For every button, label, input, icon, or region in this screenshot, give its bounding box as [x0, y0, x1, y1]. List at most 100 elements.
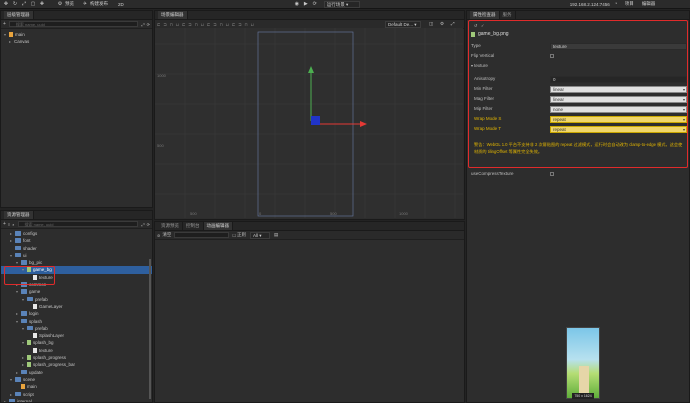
regex-checkbox[interactable]: ☐	[232, 233, 236, 238]
server-address[interactable]: 192.168.2.124:7456	[570, 2, 610, 7]
assets-search-input[interactable]: 搜索 name, uuid	[17, 221, 139, 227]
play-icon[interactable]: ▶	[303, 1, 309, 7]
asset-item[interactable]: SplashLayer	[1, 332, 152, 339]
rotate-tool-icon[interactable]: ↻	[12, 1, 18, 7]
asset-item[interactable]: ▸ script	[1, 391, 152, 398]
hierarchy-tab[interactable]: 层级管理器	[4, 11, 34, 19]
refresh-hierarchy-icon[interactable]: ⟳	[147, 22, 150, 27]
asset-item[interactable]: texture	[1, 274, 152, 281]
refresh-icon[interactable]: ⟳	[312, 1, 318, 7]
tab-asset-preview[interactable]: 资源预览	[158, 222, 183, 230]
asset-item-label: texture	[39, 274, 53, 280]
sort-icon[interactable]: ≡	[8, 222, 10, 227]
asset-item-label: configs	[23, 231, 38, 236]
asset-item[interactable]: GameLayer	[1, 303, 152, 310]
editor-button[interactable]: 编辑器	[642, 1, 656, 7]
refresh-assets-icon[interactable]: ⟳	[147, 222, 150, 227]
texture-section[interactable]: ▾ texture	[471, 61, 688, 70]
wrap-t-select[interactable]: repeat ▾	[550, 126, 687, 133]
globe-icon[interactable]: ◉	[294, 1, 300, 7]
asset-item[interactable]: ▸ login	[1, 310, 152, 317]
hierarchy-search-input[interactable]: 搜索 name, uuid	[8, 21, 139, 27]
folder-icon	[21, 369, 27, 375]
move-tool-icon[interactable]: ✥	[3, 1, 9, 7]
inspector-title-bar: 属性检查器 服务	[467, 11, 689, 20]
asset-item[interactable]: ▸ splash_progress	[1, 354, 152, 361]
asset-item[interactable]: texture	[1, 347, 152, 354]
wrap-s-select[interactable]: repeat ▾	[550, 116, 687, 123]
asset-item-label: splash	[29, 318, 43, 324]
design-resolution-dropdown[interactable]: Default De... ▾	[385, 21, 421, 28]
search-icon[interactable]: ⌕	[12, 222, 14, 227]
min-filter-select[interactable]: linear ▾	[550, 86, 687, 93]
asset-item[interactable]: ▾ game_bg	[1, 266, 152, 274]
asset-item[interactable]: ▾ splash	[1, 318, 152, 325]
scale-tool-icon[interactable]: ⤢	[21, 1, 27, 7]
rect-tool-icon[interactable]: ▢	[30, 1, 36, 7]
move-gizmo-center[interactable]	[311, 116, 320, 125]
preview-icon[interactable]: ⚙	[57, 1, 63, 7]
asset-item[interactable]: ▸ update	[1, 369, 152, 376]
console-filter-input[interactable]	[174, 232, 230, 238]
texture-preview	[566, 327, 600, 399]
mag-filter-select[interactable]: linear ▾	[550, 96, 687, 103]
clear-icon[interactable]: ⊘	[157, 233, 160, 238]
build-button[interactable]: 构建发布	[90, 1, 108, 7]
back-icon[interactable]: ↺	[474, 23, 477, 28]
tab-animation-editor[interactable]: 动画编辑器	[203, 222, 233, 230]
expand-icon[interactable]: ⤢	[141, 22, 144, 27]
asset-item[interactable]: ▾ splash_bg	[1, 339, 152, 346]
asset-item[interactable]: ▸ internal	[1, 398, 152, 402]
mip-filter-select[interactable]: none ▾	[550, 106, 687, 113]
collapse-icon[interactable]: ⤢	[141, 222, 144, 227]
anisotropy-input[interactable]: 0	[550, 76, 687, 83]
x-arrow-icon[interactable]	[360, 121, 367, 127]
type-field[interactable]: texture	[550, 43, 687, 50]
scene-tab[interactable]: 场景编辑器	[158, 11, 188, 19]
asset-item[interactable]: ▾ game	[1, 288, 152, 295]
assets-title-bar: 资源管理器	[1, 211, 152, 220]
tab-console[interactable]: 控制台	[183, 222, 204, 230]
apply-icon[interactable]: ✓	[481, 23, 484, 28]
asset-item[interactable]: ▸ common	[1, 281, 152, 288]
scene-dropdown[interactable]: 运行场景 ▾	[323, 0, 360, 8]
clear-button[interactable]: 清空	[162, 232, 171, 238]
compress-checkbox[interactable]	[550, 172, 554, 176]
fullscreen-icon[interactable]: ⤢	[451, 21, 455, 26]
y-arrow-icon[interactable]	[308, 66, 314, 73]
asset-item[interactable]: ▾ prefab	[1, 296, 152, 303]
preview-button[interactable]: 预览	[65, 1, 74, 7]
scene-canvas[interactable]: 1000 500 500 0 500 1000	[155, 28, 463, 218]
asset-item-label: main	[27, 384, 37, 390]
mode-toggle[interactable]: 2D	[118, 2, 124, 7]
flip-checkbox[interactable]	[550, 54, 554, 58]
assets-scrollbar[interactable]	[149, 259, 151, 399]
asset-item[interactable]: ▾ prefab	[1, 325, 152, 332]
asset-item[interactable]: ▸ configs	[1, 230, 152, 237]
settings-icon[interactable]: ⚙	[440, 21, 444, 27]
hierarchy-node[interactable]: ▾ main	[1, 31, 152, 38]
align-tools-icon[interactable]: ⊏⊐⊓⊔⊏⊐⊓⊔⊏⊐⊓⊔⊏⊐⊓⊔	[157, 22, 257, 27]
asset-item[interactable]: ▾ ui	[1, 252, 152, 259]
asset-item[interactable]: ▾ scene	[1, 376, 152, 383]
open-log-icon[interactable]: ▤	[274, 232, 278, 238]
log-level-dropdown[interactable]: All ▾	[249, 231, 270, 239]
hierarchy-node[interactable]: ▸ Canvas	[1, 38, 152, 45]
tab-services[interactable]: 服务	[499, 11, 516, 19]
camera-icon[interactable]: ◫	[429, 21, 433, 27]
x-label-4: 1000	[399, 211, 408, 216]
scene-file-icon	[21, 384, 25, 390]
hierarchy-panel: 层级管理器 + 搜索 name, uuid ⤢ ⟳ ▾ main ▸ Canvas	[0, 10, 153, 208]
asset-item[interactable]: ▾ bg_pic	[1, 259, 152, 266]
tab-inspector[interactable]: 属性检查器	[470, 11, 500, 19]
anchor-tool-icon[interactable]: ✚	[39, 1, 45, 7]
asset-item[interactable]: shader	[1, 245, 152, 252]
add-asset-icon[interactable]: +	[3, 221, 6, 227]
asset-item[interactable]: main	[1, 383, 152, 390]
add-node-icon[interactable]: +	[3, 21, 6, 27]
build-icon[interactable]: ✈	[82, 1, 88, 7]
assets-tab[interactable]: 资源管理器	[4, 211, 34, 219]
project-button[interactable]: 项目	[625, 1, 634, 7]
asset-item[interactable]: ▸ font	[1, 237, 152, 244]
asset-item[interactable]: ▸ splash_progress_bar	[1, 361, 152, 368]
